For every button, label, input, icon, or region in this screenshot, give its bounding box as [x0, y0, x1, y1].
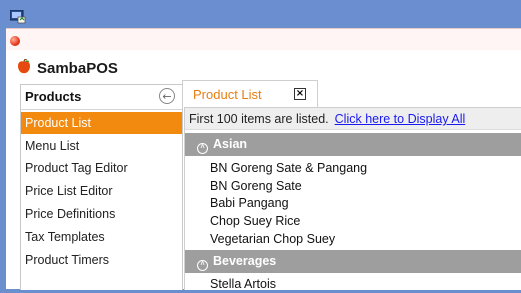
app-logo-text: SambaPOS	[37, 60, 118, 77]
sidebar-title: Products	[25, 89, 82, 104]
list-item[interactable]: Vegetarian Chop Suey	[210, 230, 335, 248]
sidebar-item-menu-list[interactable]: Menu List	[21, 135, 182, 157]
collapse-chevron-icon: ˄	[197, 143, 208, 154]
sidebar-item-product-list[interactable]: Product List	[21, 112, 182, 134]
tab-product-list[interactable]: Product List ×	[182, 80, 318, 108]
back-arrow-icon[interactable]: ←	[159, 88, 175, 104]
list-item[interactable]: BN Goreng Sate	[210, 177, 302, 195]
app-header: SambaPOS	[6, 50, 521, 82]
tab-label: Product List	[193, 87, 262, 102]
info-bar: First 100 items are listed. Click here to…	[185, 108, 521, 130]
list-item[interactable]: BN Goreng Sate & Pangang	[210, 159, 367, 177]
sidebar: Products ← Product List Menu List Produc…	[20, 84, 183, 290]
collapse-chevron-icon: ˄	[197, 260, 208, 271]
close-icon[interactable]: ×	[294, 88, 306, 100]
sidebar-item-tax-templates[interactable]: Tax Templates	[21, 226, 182, 248]
display-all-link[interactable]: Click here to Display All	[335, 112, 466, 126]
sidebar-item-product-tag-editor[interactable]: Product Tag Editor	[21, 157, 182, 179]
product-list-panel: First 100 items are listed. Click here to…	[184, 107, 521, 293]
list-item[interactable]: Chop Suey Rice	[210, 212, 300, 230]
inner-window-titlebar	[6, 28, 521, 51]
application-body: SambaPOS Products ← Product List Menu Li…	[6, 50, 521, 293]
red-ball-icon	[10, 36, 20, 46]
sidebar-item-price-list-editor[interactable]: Price List Editor	[21, 180, 182, 202]
sidebar-item-price-definitions[interactable]: Price Definitions	[21, 203, 182, 225]
list-item[interactable]: Stella Artois	[210, 275, 276, 293]
list-item[interactable]: Babi Pangang	[210, 194, 289, 212]
info-text: First 100 items are listed.	[189, 112, 329, 126]
app-window-icon	[9, 9, 26, 24]
sidebar-header: Products ←	[21, 85, 182, 110]
sidebar-item-product-timers[interactable]: Product Timers	[21, 249, 182, 271]
group-header-beverages[interactable]: ˄ Beverages	[185, 250, 521, 273]
group-name: Asian	[213, 137, 248, 151]
sambapos-logo-icon	[16, 58, 32, 75]
outer-window-titlebar	[0, 0, 521, 24]
group-name: Beverages	[213, 254, 277, 268]
group-header-asian[interactable]: ˄ Asian	[185, 133, 521, 156]
